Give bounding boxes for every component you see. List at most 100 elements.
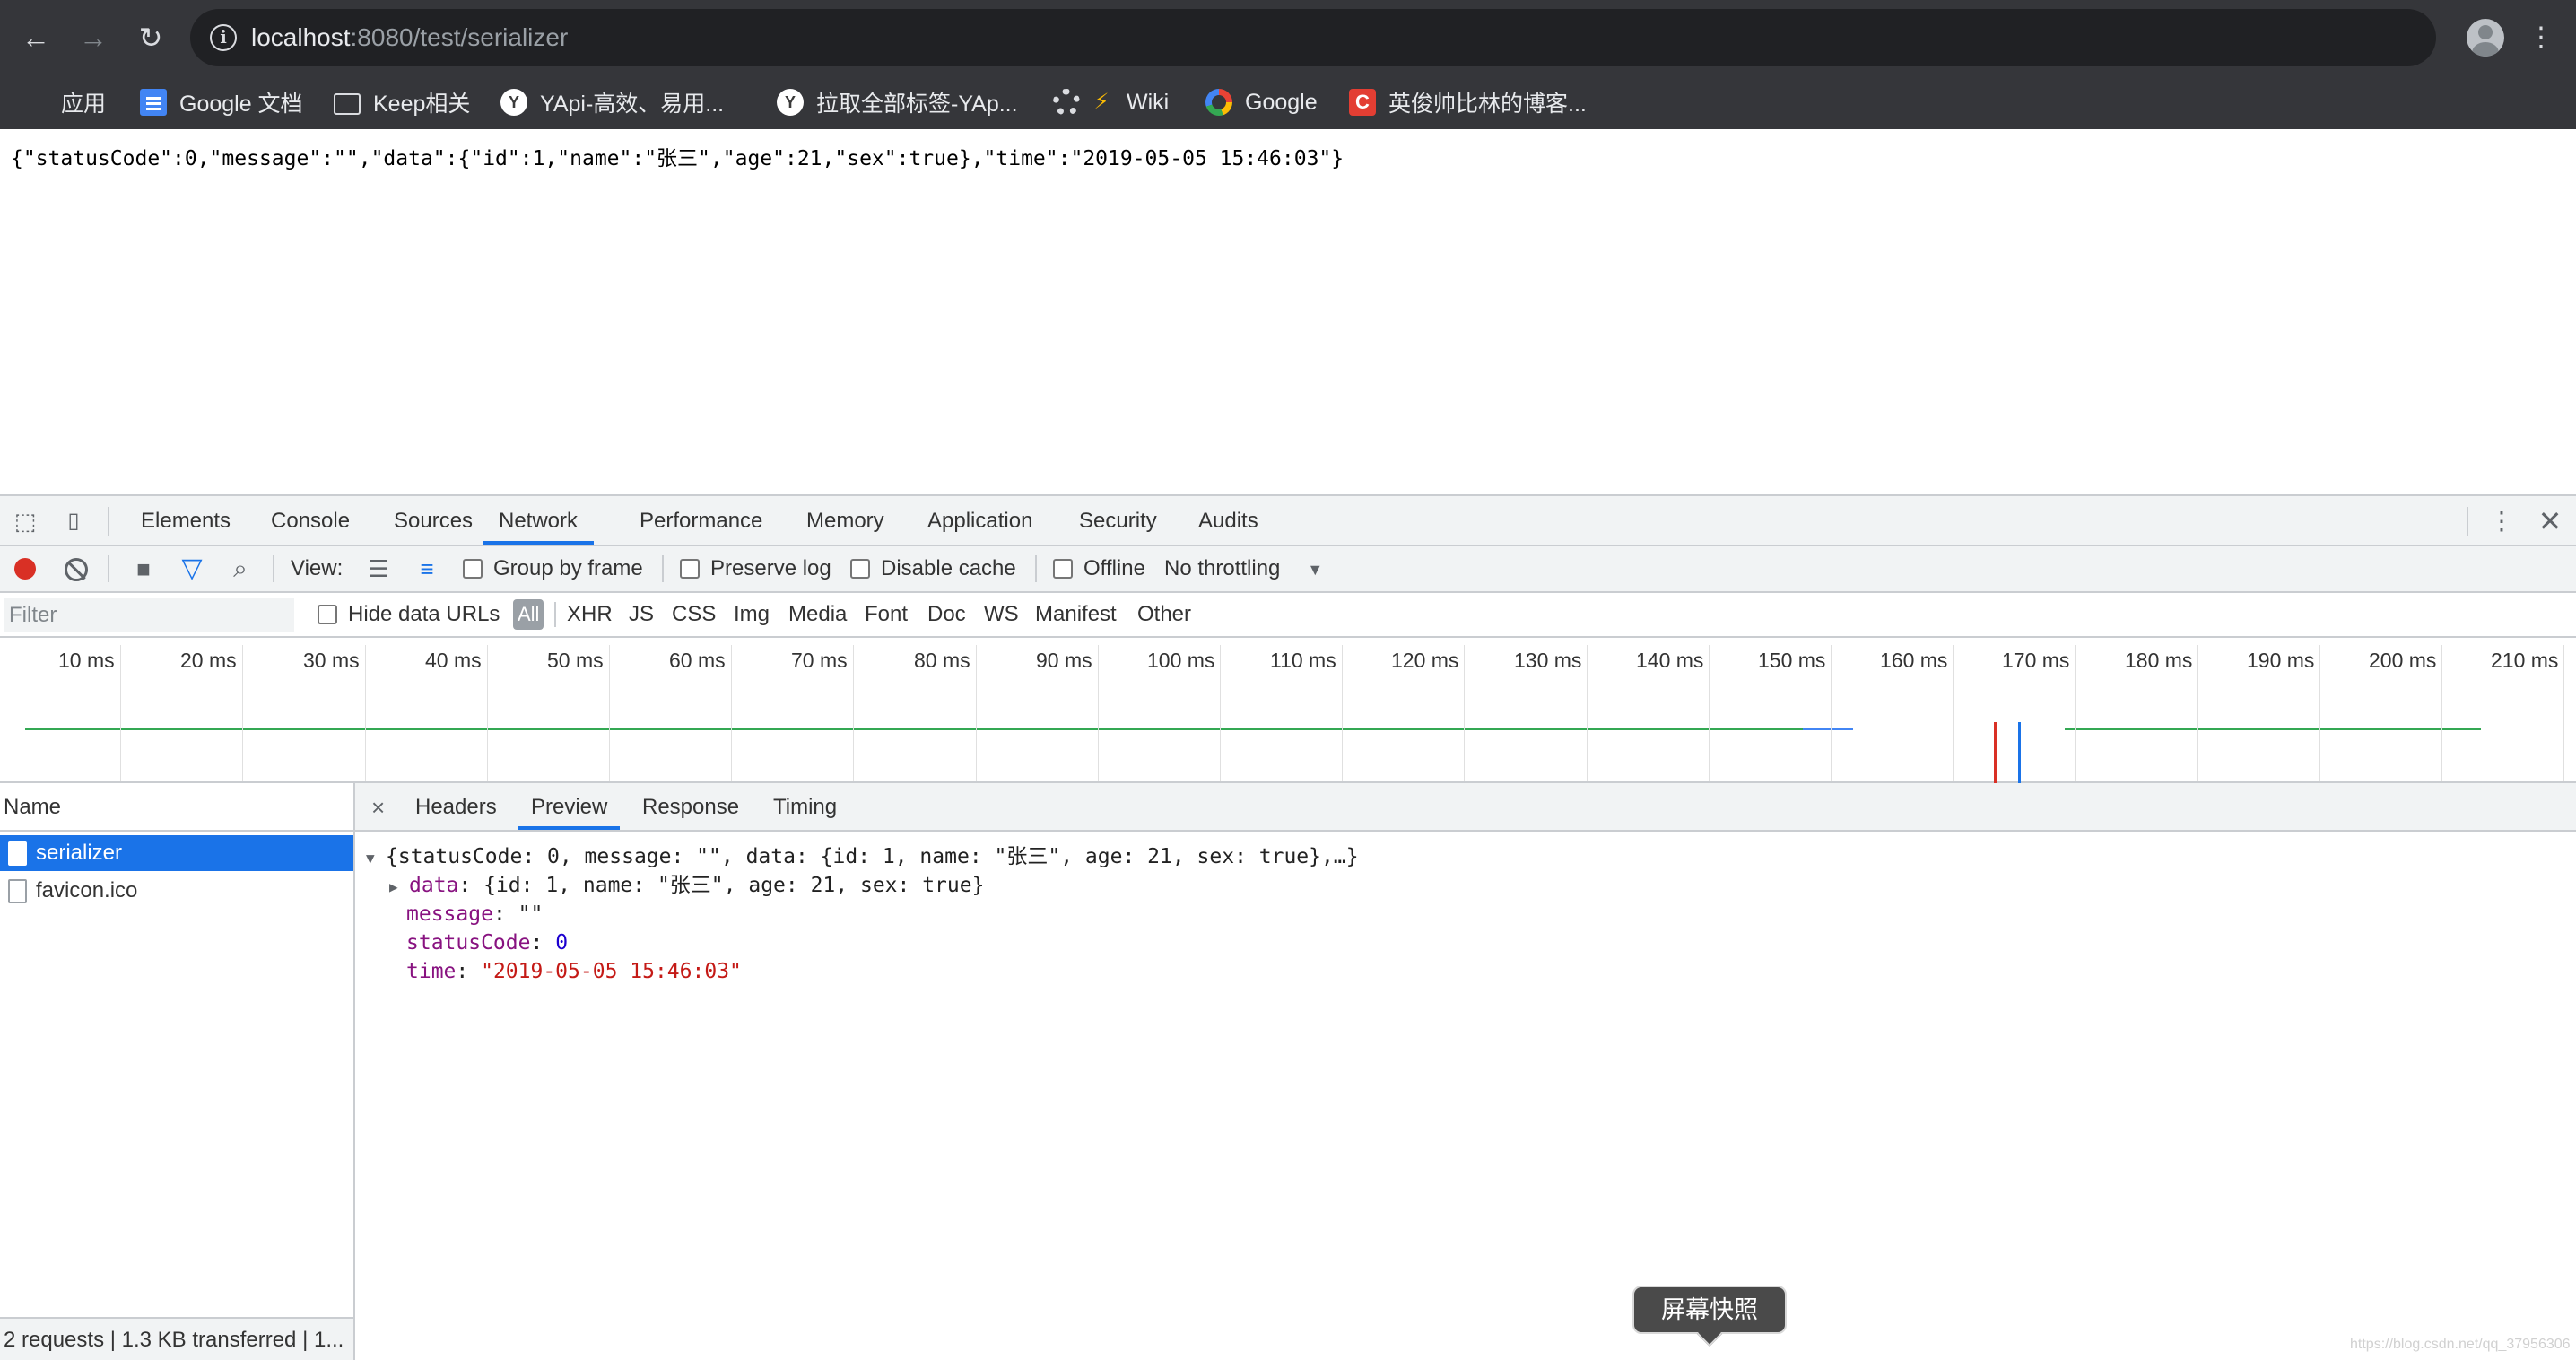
tab-headers[interactable]: Headers (415, 783, 497, 830)
load-event-marker (2018, 722, 2021, 783)
disable-cache-checkbox[interactable]: Disable cache (850, 546, 1016, 591)
filter-other[interactable]: Other (1137, 593, 1191, 636)
filter-font[interactable]: Font (865, 593, 908, 636)
timeline-gridline (2563, 645, 2564, 781)
timeline-tick-label: 160 ms (1880, 649, 1948, 672)
timeline-gridline (609, 645, 610, 781)
url-text[interactable]: localhost:8080/test/serializer (251, 22, 568, 54)
tab-console[interactable]: Console (271, 496, 350, 545)
network-overview-timeline[interactable]: 10 ms 20 ms 30 ms 40 ms 50 ms 60 ms 70 ms 80 ms… (0, 638, 2576, 783)
group-by-frame-checkbox[interactable]: Group by frame (463, 546, 643, 591)
timeline-gridline (2197, 645, 2198, 781)
timeline-tick-label: 80 ms (914, 649, 970, 672)
timeline-bar-green-b (2065, 728, 2481, 730)
bookmark-keep[interactable]: Keep相关 (334, 75, 470, 129)
screenshot-tooltip: 屏幕快照 (1632, 1286, 1787, 1334)
timeline-gridline (1831, 645, 1832, 781)
filter-css[interactable]: CSS (672, 593, 716, 636)
list-view-icon[interactable]: ☰ (361, 551, 396, 587)
devtools-menu-icon[interactable]: ⋮ (2488, 503, 2515, 539)
timeline-gridline (1098, 645, 1099, 781)
network-status-bar: 2 requests | 1.3 KB transferred | 1... (0, 1317, 353, 1360)
bookmark-wiki[interactable]: ⚡ Wiki (1053, 75, 1169, 129)
filter-input[interactable] (4, 598, 294, 632)
watermark: https://blog.csdn.net/qq_37956306 (2350, 1337, 2571, 1352)
devtools-panel: ⬚ ▯ Elements Console Sources Network Per… (0, 494, 2576, 1360)
bookmark-yapi-tags[interactable]: 拉取全部标签-YAp... (777, 75, 1018, 129)
document-icon (8, 841, 27, 866)
browser-menu-icon[interactable]: ⋮ (2528, 20, 2554, 56)
timeline-gridline (853, 645, 854, 781)
json-root-row[interactable]: ▼ {statusCode: 0, message: "", data: {id:… (366, 842, 1359, 873)
tab-timing[interactable]: Timing (773, 783, 837, 830)
name-column-header[interactable]: Name (0, 783, 353, 832)
tab-preview[interactable]: Preview (518, 783, 621, 830)
timeline-gridline (242, 645, 243, 781)
timeline-bar-blue-a (1803, 728, 1853, 730)
timeline-tick-label: 100 ms (1147, 649, 1215, 672)
timeline-tick-label: 20 ms (180, 649, 237, 672)
tab-network[interactable]: Network (483, 496, 595, 545)
bookmark-csdn-blog[interactable]: 英俊帅比林的博客... (1349, 75, 1587, 129)
bookmark-yapi[interactable]: YApi-高效、易用... (500, 75, 724, 129)
yapi-icon (777, 89, 804, 116)
tab-performance[interactable]: Performance (640, 496, 762, 545)
timeline-gridline (731, 645, 732, 781)
back-icon[interactable]: ← (16, 18, 56, 57)
tab-elements[interactable]: Elements (141, 496, 231, 545)
timeline-tick-label: 110 ms (1270, 649, 1336, 672)
inspect-element-icon[interactable]: ⬚ (11, 507, 39, 536)
bookmark-apps[interactable]: 应用 (22, 75, 106, 129)
offline-checkbox[interactable]: Offline (1053, 546, 1145, 591)
device-toolbar-icon[interactable]: ▯ (59, 507, 88, 536)
tab-application[interactable]: Application (927, 496, 1032, 545)
network-toolbar: ■ ▽ ⌕ View: ☰ ≡ Group by frame Preserve … (0, 546, 2576, 593)
filter-ws[interactable]: WS (984, 593, 1019, 636)
camera-icon[interactable]: ■ (126, 551, 161, 587)
tab-sources[interactable]: Sources (394, 496, 473, 545)
filter-xhr[interactable]: XHR (567, 593, 613, 636)
request-row-serializer[interactable]: serializer (0, 835, 353, 871)
filter-img[interactable]: Img (734, 593, 770, 636)
filter-doc[interactable]: Doc (927, 593, 966, 636)
address-bar[interactable]: i localhost:8080/test/serializer ☆ (190, 9, 2436, 66)
timeline-tick-label: 180 ms (2125, 649, 2193, 672)
timeline-tick-label: 10 ms (58, 649, 115, 672)
waterfall-view-icon[interactable]: ≡ (409, 551, 445, 587)
timeline-gridline (1342, 645, 1343, 781)
google-icon (1205, 89, 1232, 116)
preserve-log-checkbox[interactable]: Preserve log (680, 546, 831, 591)
filter-js[interactable]: JS (629, 593, 654, 636)
tab-memory[interactable]: Memory (806, 496, 884, 545)
forward-icon[interactable]: → (74, 18, 113, 57)
gear-icon (1053, 89, 1080, 116)
yapi-icon (500, 89, 527, 116)
filter-manifest[interactable]: Manifest (1035, 593, 1117, 636)
reload-icon[interactable]: ↻ (131, 18, 170, 57)
tab-response[interactable]: Response (642, 783, 739, 830)
throttling-select[interactable]: No throttling ▼ (1164, 546, 1323, 591)
request-row-favicon[interactable]: favicon.ico (0, 873, 353, 909)
json-data-row[interactable]: ▶ data: {id: 1, name: "张三", age: 21, sex:… (389, 871, 984, 902)
timeline-gridline (1220, 645, 1221, 781)
hide-data-urls-checkbox[interactable]: Hide data URLs (318, 593, 500, 636)
filter-all[interactable]: All (513, 599, 544, 630)
tab-audits[interactable]: Audits (1198, 496, 1258, 545)
avatar[interactable] (2467, 19, 2504, 57)
bookmark-google-docs[interactable]: Google 文档 (140, 75, 303, 129)
close-devtools-icon[interactable]: ✕ (2535, 503, 2565, 539)
request-list: Name serializer favicon.ico 2 requests |… (0, 783, 355, 1360)
search-icon[interactable]: ⌕ (222, 551, 258, 587)
filter-icon[interactable]: ▽ (174, 551, 210, 587)
clear-icon[interactable] (65, 558, 88, 581)
bookmark-google[interactable]: Google (1205, 75, 1318, 129)
collapsed-triangle-icon: ▶ (389, 878, 398, 895)
info-icon[interactable]: i (210, 24, 237, 51)
timeline-gridline (1953, 645, 1954, 781)
record-icon[interactable] (14, 558, 36, 580)
close-detail-icon[interactable]: × (371, 783, 385, 832)
devtools-tab-bar: ⬚ ▯ Elements Console Sources Network Per… (0, 496, 2576, 546)
timeline-tick-label: 40 ms (425, 649, 482, 672)
tab-security[interactable]: Security (1079, 496, 1157, 545)
filter-media[interactable]: Media (788, 593, 847, 636)
